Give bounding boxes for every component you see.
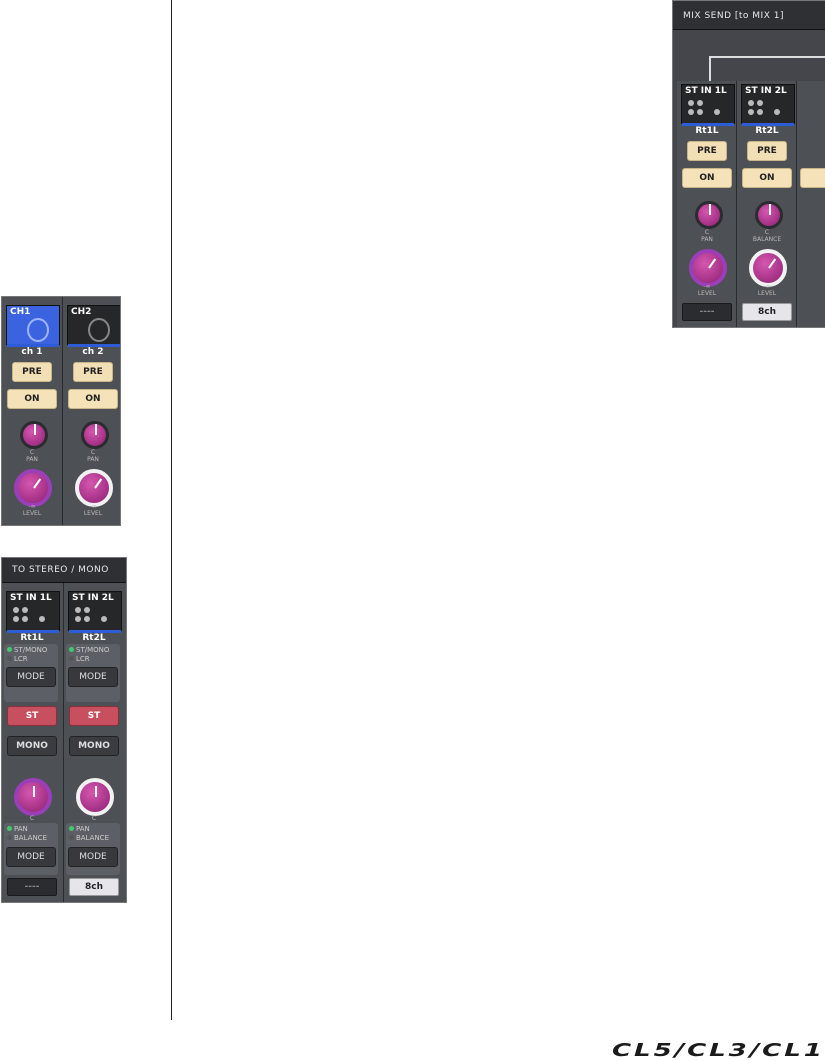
pre-button[interactable]: PRE <box>687 141 727 161</box>
mode-button[interactable]: MODE <box>6 847 56 867</box>
on-button[interactable]: ON <box>742 168 792 188</box>
on-button-partial[interactable] <box>800 168 825 188</box>
on-button[interactable]: ON <box>68 389 118 409</box>
led-pan: PAN <box>69 825 90 833</box>
balance-knob[interactable] <box>76 778 114 816</box>
led-lcr: LCR <box>7 655 28 663</box>
level-label: -∞ LEVEL <box>697 283 717 297</box>
channel-name: Rt2L <box>82 633 106 643</box>
mono-button[interactable]: MONO <box>69 736 119 756</box>
knob-label: C <box>29 815 35 822</box>
channel-strip: ST IN 1L Rt1L ST/MONO LCR MODE ST MONO C… <box>2 583 64 902</box>
on-button[interactable]: ON <box>682 168 732 188</box>
input-icon <box>75 607 115 625</box>
led-pan: PAN <box>7 825 28 833</box>
bus-line-drop <box>709 56 711 82</box>
channel-count-button[interactable]: 8ch <box>742 303 792 321</box>
channel-name: Rt2L <box>755 126 779 136</box>
st-mono-mode-box: ST/MONO LCR MODE <box>4 644 58 702</box>
channel-name: Rt1L <box>695 126 719 136</box>
balance-knob[interactable] <box>755 201 783 229</box>
st-button[interactable]: ST <box>7 706 57 726</box>
channel-name: ch 1 <box>21 347 43 357</box>
channel-thumbnail[interactable]: ST IN 1L <box>6 591 60 633</box>
channel-thumbnail[interactable]: CH1 <box>6 305 60 347</box>
led-balance: BALANCE <box>69 834 109 842</box>
led-lcr: LCR <box>69 655 90 663</box>
page-divider <box>171 0 172 1020</box>
channel-name: Rt1L <box>20 633 44 643</box>
pre-button[interactable]: PRE <box>747 141 787 161</box>
level-knob[interactable] <box>75 469 113 507</box>
pan-label: C PAN <box>26 449 38 463</box>
channel-thumbnail[interactable]: CH2 <box>67 305 120 347</box>
channel-strip: CH2 ch 2 PRE ON C PAN -∞ LEVEL <box>63 297 120 525</box>
channel-strip: CH1 ch 1 PRE ON C PAN -∞ LEVEL <box>2 297 63 525</box>
st-button[interactable]: ST <box>69 706 119 726</box>
channel-strips-panel: CH1 ch 1 PRE ON C PAN -∞ LEVEL CH2 ch 2 … <box>1 296 121 526</box>
level-knob[interactable] <box>749 249 787 287</box>
led-st-mono: ST/MONO <box>69 646 109 654</box>
balance-label: C BALANCE <box>752 229 782 243</box>
to-stereo-mono-panel: TO STEREO / MONO ST IN 1L Rt1L ST/MONO L… <box>1 557 127 903</box>
mode-button[interactable]: MODE <box>68 667 118 687</box>
led-balance: BALANCE <box>7 834 47 842</box>
level-label: -∞ LEVEL <box>22 503 42 517</box>
channel-strip: ST IN 2L Rt2L ST/MONO LCR MODE ST MONO C… <box>64 583 126 902</box>
mode-button[interactable]: MODE <box>68 847 118 867</box>
channel-strip: ST IN 1L Rt1L PRE ON C PAN -∞ LEVEL ---- <box>677 81 737 327</box>
level-label: -∞ LEVEL <box>757 283 777 297</box>
level-label: -∞ LEVEL <box>83 503 103 517</box>
mix-send-panel: MIX SEND [to MIX 1] ST IN 1L Rt1L PRE ON… <box>672 0 825 328</box>
pan-mode-box: PAN BALANCE MODE <box>66 823 120 875</box>
level-knob[interactable] <box>14 469 52 507</box>
channel-thumbnail[interactable]: ST IN 2L <box>68 591 122 633</box>
channel-strip: ST IN 2L Rt2L PRE ON C BALANCE -∞ LEVEL … <box>737 81 797 327</box>
mode-button[interactable]: MODE <box>6 667 56 687</box>
channel-count-button[interactable]: 8ch <box>69 878 119 896</box>
assign-button[interactable]: ---- <box>682 303 732 321</box>
channel-name: ch 2 <box>82 347 104 357</box>
knob-label: C <box>91 815 97 822</box>
pan-label: C PAN <box>87 449 99 463</box>
channel-thumbnail[interactable]: ST IN 2L <box>741 84 795 126</box>
pan-knob[interactable] <box>695 201 723 229</box>
panel-title: TO STEREO / MONO <box>2 558 126 583</box>
pre-button[interactable]: PRE <box>12 362 52 382</box>
channel-id-label: ST IN 2L <box>72 593 114 603</box>
bus-line <box>709 56 825 58</box>
mono-button[interactable]: MONO <box>7 736 57 756</box>
channel-strip-partial <box>797 81 825 327</box>
input-icon <box>13 607 53 625</box>
pan-knob[interactable] <box>20 421 48 449</box>
pan-knob[interactable] <box>81 421 109 449</box>
input-icon <box>688 100 728 118</box>
level-knob[interactable] <box>689 249 727 287</box>
channel-id-label: CH1 <box>10 307 31 317</box>
channel-id-label: ST IN 1L <box>685 86 727 96</box>
microphone-icon <box>27 318 49 342</box>
channel-id-label: ST IN 2L <box>745 86 787 96</box>
led-st-mono: ST/MONO <box>7 646 47 654</box>
channel-id-label: ST IN 1L <box>10 593 52 603</box>
pan-label: C PAN <box>701 229 713 243</box>
channel-id-label: CH2 <box>71 307 92 317</box>
pre-button[interactable]: PRE <box>73 362 113 382</box>
channel-thumbnail[interactable]: ST IN 1L <box>681 84 735 126</box>
pan-knob[interactable] <box>14 778 52 816</box>
product-logo: CL5/CL3/CL1 <box>612 1040 825 1061</box>
microphone-icon <box>88 318 110 342</box>
input-icon <box>748 100 788 118</box>
on-button[interactable]: ON <box>7 389 57 409</box>
panel-title: MIX SEND [to MIX 1] <box>673 1 825 30</box>
pan-mode-box: PAN BALANCE MODE <box>4 823 58 875</box>
assign-button[interactable]: ---- <box>7 878 57 896</box>
st-mono-mode-box: ST/MONO LCR MODE <box>66 644 120 702</box>
